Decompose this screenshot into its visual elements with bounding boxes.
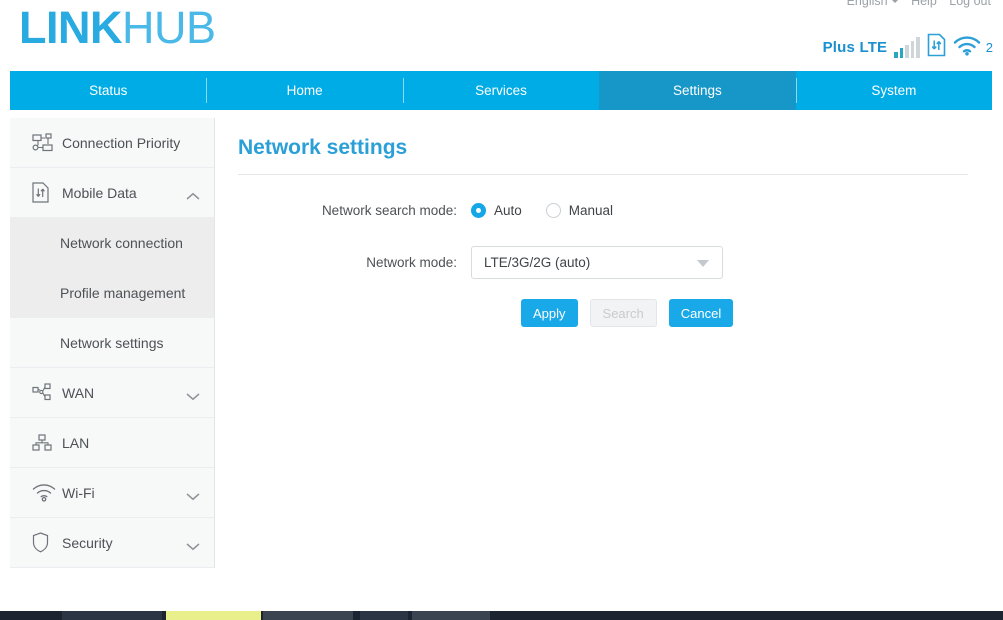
taskbar-item[interactable] — [412, 611, 490, 620]
page-title: Network settings — [238, 136, 968, 175]
language-label: English — [846, 0, 888, 8]
brand-logo-part1: LINK — [19, 2, 123, 53]
sidebar-item-label: WAN — [62, 384, 95, 401]
sidebar-subitem-label: Network connection — [60, 234, 183, 251]
tab-label: Settings — [673, 83, 722, 98]
sim-card-icon — [927, 33, 946, 62]
language-selector[interactable]: English — [838, 0, 899, 8]
wifi-icon — [32, 482, 58, 504]
shield-icon — [32, 532, 58, 554]
sidebar-item-security[interactable]: Security — [10, 518, 214, 568]
chevron-up-icon — [186, 188, 200, 200]
form-actions: Apply Search Cancel — [521, 299, 968, 327]
sidebar-item-wan[interactable]: WAN — [10, 368, 214, 418]
chevron-down-icon — [890, 0, 899, 3]
help-link[interactable]: Help — [911, 0, 937, 8]
wan-nodes-icon — [32, 382, 58, 404]
sidebar-item-network-connection[interactable]: Network connection — [10, 218, 214, 268]
logout-link[interactable]: Log out — [949, 0, 991, 8]
header-utility-links: English Help Log out — [829, 0, 991, 8]
taskbar-item[interactable] — [62, 611, 162, 620]
tab-label: Services — [475, 83, 527, 98]
radio-auto-indicator[interactable] — [471, 203, 486, 218]
network-nodes-icon — [32, 132, 58, 154]
sidebar-item-mobile-data[interactable]: Mobile Data — [10, 168, 214, 218]
carrier-label: Plus LTE — [822, 39, 888, 56]
sidebar-item-connection-priority[interactable]: Connection Priority — [10, 118, 214, 168]
tab-home[interactable]: Home — [206, 71, 402, 110]
chevron-down-icon — [186, 388, 200, 401]
sidebar-item-network-settings[interactable]: Network settings — [10, 318, 214, 368]
brand-logo-part2: HUB — [122, 2, 216, 53]
network-search-mode-row: Network search mode: Auto Manual — [238, 203, 968, 218]
network-mode-select[interactable]: LTE/3G/2G (auto) — [471, 246, 723, 279]
sidebar-item-label: Security — [62, 534, 113, 551]
tab-label: Home — [286, 83, 323, 98]
tab-label: Status — [89, 83, 128, 98]
taskbar-item[interactable] — [263, 611, 353, 620]
sim-card-icon — [32, 182, 58, 204]
radio-option-manual[interactable]: Manual — [545, 203, 614, 218]
taskbar-item[interactable] — [166, 611, 261, 620]
network-mode-label: Network mode: — [366, 255, 457, 270]
network-search-mode-radio-group: Auto Manual — [471, 203, 613, 218]
main-navigation: Status Home Services Settings System — [10, 71, 992, 110]
os-taskbar — [0, 611, 1003, 620]
connection-status-cluster: Plus LTE 2 — [823, 33, 993, 62]
tab-label: System — [871, 83, 917, 98]
wifi-client-count: 2 — [985, 40, 993, 55]
tab-status[interactable]: Status — [10, 71, 206, 110]
radio-manual-label: Manual — [568, 203, 614, 218]
wifi-icon — [953, 35, 981, 61]
network-mode-row: Network mode: LTE/3G/2G (auto) — [238, 246, 968, 279]
radio-manual-indicator[interactable] — [545, 203, 561, 218]
apply-button[interactable]: Apply — [521, 299, 578, 327]
radio-auto-label: Auto — [494, 203, 522, 218]
tab-services[interactable]: Services — [402, 71, 599, 110]
taskbar-item[interactable] — [360, 611, 408, 620]
sidebar-item-lan[interactable]: LAN — [10, 418, 214, 468]
sidebar-item-profile-management[interactable]: Profile management — [10, 268, 214, 318]
radio-option-auto[interactable]: Auto — [471, 203, 522, 218]
brand-logo[interactable]: LINKHUB — [19, 2, 216, 54]
router-admin-page: LINKHUB English Help Log out Plus LTE 2 … — [0, 0, 1003, 620]
header: LINKHUB English Help Log out Plus LTE 2 — [0, 0, 1003, 71]
network-mode-selected-value: LTE/3G/2G (auto) — [484, 255, 591, 270]
sidebar-subitem-label: Profile management — [60, 284, 186, 301]
sidebar-item-label: Mobile Data — [62, 184, 137, 201]
sidebar-item-wifi[interactable]: Wi-Fi — [10, 468, 214, 518]
lan-nodes-icon — [32, 432, 58, 454]
chevron-down-icon — [186, 538, 200, 551]
main-content: Network settings Network search mode: Au… — [216, 118, 992, 610]
sidebar-item-label: LAN — [62, 434, 90, 451]
sidebar-subitem-label: Network settings — [60, 334, 164, 351]
chevron-down-icon — [186, 488, 200, 501]
sidebar: Connection Priority Mobile Data Network … — [10, 118, 215, 568]
tab-system[interactable]: System — [795, 71, 992, 110]
sidebar-item-label: Connection Priority — [62, 134, 181, 151]
search-button: Search — [589, 299, 657, 327]
tab-settings[interactable]: Settings — [599, 71, 796, 110]
cancel-button[interactable]: Cancel — [668, 299, 734, 327]
signal-strength-icon — [894, 37, 920, 58]
chevron-down-icon — [697, 259, 709, 267]
network-search-mode-label: Network search mode: — [321, 203, 457, 218]
sidebar-item-label: Wi-Fi — [62, 484, 95, 501]
